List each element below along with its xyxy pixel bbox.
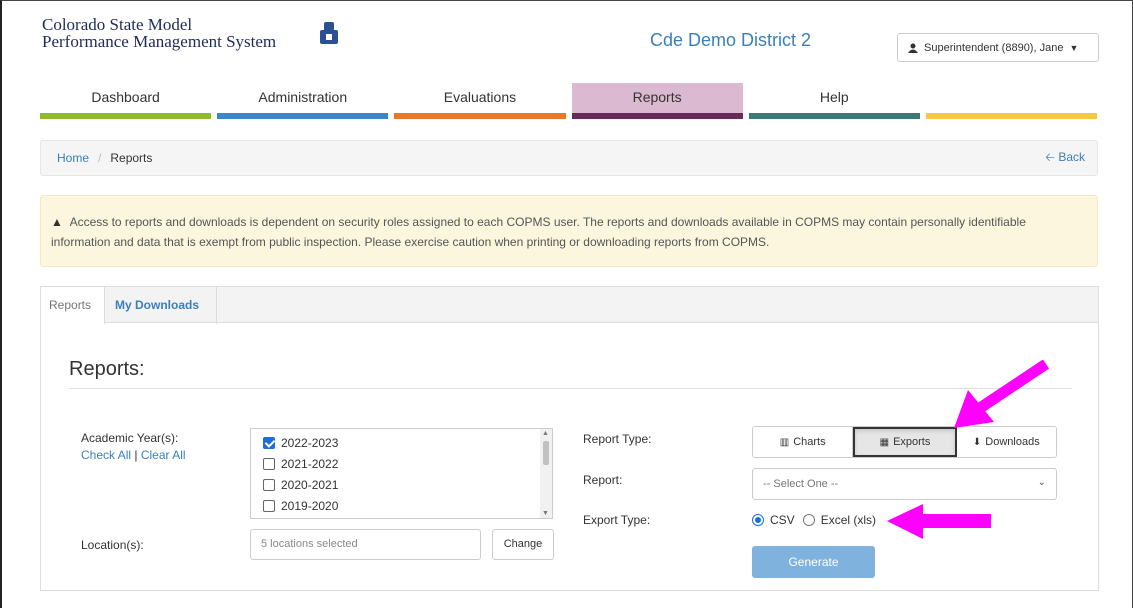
change-button[interactable]: Change — [492, 529, 554, 560]
clear-all-link[interactable]: Clear All — [141, 448, 186, 462]
report-type-label: Report Type: — [583, 432, 652, 446]
nav-reports[interactable]: Reports — [571, 83, 743, 119]
annotation-arrow-exports — [954, 360, 1050, 428]
year-option[interactable]: 2021-2022 — [251, 450, 552, 471]
charts-button[interactable]: ▥ Charts — [753, 427, 854, 457]
table-icon: ▦ — [879, 436, 890, 448]
scroll-down-icon[interactable]: ▼ — [542, 510, 549, 517]
annotation-arrow-export-type — [887, 504, 991, 539]
nav-color-bar — [748, 113, 920, 119]
generate-button[interactable]: Generate — [752, 546, 875, 578]
user-menu-button[interactable]: Superintendent (8890), Jane ▼ — [897, 33, 1099, 62]
arrow-left-icon: 🡠 — [1045, 149, 1055, 164]
nav-label: Help — [819, 89, 849, 105]
nav-label: Administration — [258, 89, 348, 105]
exports-button[interactable]: ▦ Exports — [853, 427, 957, 457]
nav-color-bar — [394, 113, 566, 119]
back-label: Back — [1058, 149, 1085, 164]
academic-year-list[interactable]: 2022-2023 2021-2022 2020-2021 2019-2020 … — [250, 428, 553, 519]
link-separator: | — [134, 448, 138, 462]
breadcrumb-current: Reports — [110, 151, 153, 165]
chevron-down-icon: ⌄ — [1037, 477, 1046, 488]
nav-spacer — [925, 83, 1098, 119]
tabs-bar: Reports My Downloads — [41, 287, 1098, 324]
report-label: Report: — [583, 473, 623, 487]
nav-help[interactable]: Help — [748, 83, 920, 119]
charts-label: Charts — [793, 436, 826, 448]
year-select-links: Check All | Clear All — [81, 448, 186, 462]
scroll-thumb[interactable] — [543, 441, 549, 465]
year-option[interactable]: 2020-2021 — [251, 471, 552, 492]
logo-line-2: Performance Management System — [42, 32, 277, 51]
scrollbar[interactable]: ▲ ▼ — [540, 429, 552, 518]
user-icon — [908, 43, 918, 53]
alert-text: Access to reports and downloads is depen… — [51, 215, 1026, 249]
download-icon: ⬇ — [972, 436, 982, 448]
excel-label[interactable]: Excel (xls) — [821, 513, 876, 527]
reports-panel: Reports My Downloads Reports: Academic Y… — [40, 286, 1099, 591]
back-link[interactable]: 🡠 Back — [1045, 148, 1085, 169]
nav-dashboard[interactable]: Dashboard — [40, 83, 212, 119]
title-divider — [69, 388, 1072, 389]
location-label: Location(s): — [81, 538, 144, 552]
year-label: 2021-2022 — [281, 456, 339, 471]
year-label: 2019-2020 — [281, 498, 339, 513]
tab-reports[interactable]: Reports — [41, 287, 105, 324]
exports-label: Exports — [893, 436, 931, 448]
year-label: 2022-2023 — [281, 435, 339, 450]
nav-color-bar — [217, 113, 389, 119]
main-nav: Dashboard Administration Evaluations Rep… — [40, 83, 1098, 119]
report-select[interactable]: -- Select One -- ⌄ — [752, 468, 1057, 500]
scroll-up-icon[interactable]: ▲ — [542, 430, 549, 437]
nav-label: Dashboard — [91, 89, 160, 105]
academic-year-label: Academic Year(s): — [81, 431, 179, 445]
nav-color-bar — [571, 113, 743, 119]
warning-icon: ▲ — [51, 215, 63, 229]
year-option[interactable]: 2019-2020 — [251, 492, 552, 513]
year-option[interactable]: 2022-2023 — [251, 429, 552, 450]
user-label: Superintendent (8890), Jane — [924, 41, 1064, 54]
nav-color-bar — [40, 113, 212, 119]
excel-radio[interactable] — [802, 514, 815, 526]
location-input[interactable]: 5 locations selected — [250, 529, 481, 560]
bar-chart-icon: ▥ — [779, 436, 790, 448]
tab-my-downloads[interactable]: My Downloads — [107, 287, 217, 324]
nav-evaluations[interactable]: Evaluations — [394, 83, 566, 119]
security-alert: ▲ Access to reports and downloads is dep… — [40, 195, 1098, 267]
report-select-value: -- Select One -- — [763, 478, 839, 490]
breadcrumb: Home / Reports 🡠 Back — [40, 140, 1098, 176]
export-type-options: CSV Excel (xls) — [752, 510, 876, 530]
logo-icon — [320, 22, 338, 44]
checkbox[interactable] — [263, 478, 275, 491]
breadcrumb-home-link[interactable]: Home — [57, 151, 89, 165]
nav-color-bar — [925, 113, 1098, 119]
nav-label: Reports — [632, 89, 682, 105]
page-title: Reports: — [69, 358, 145, 380]
export-type-label: Export Type: — [583, 513, 651, 527]
breadcrumb-separator: / — [98, 151, 102, 165]
nav-administration[interactable]: Administration — [217, 83, 389, 119]
check-all-link[interactable]: Check All — [81, 448, 131, 462]
caret-down-icon: ▼ — [1069, 42, 1079, 53]
nav-label: Evaluations — [443, 89, 517, 105]
logo-line-1: Colorado State Model — [42, 15, 193, 34]
checkbox[interactable] — [263, 499, 275, 512]
csv-radio[interactable] — [752, 514, 764, 526]
checkbox[interactable] — [263, 457, 275, 470]
checkbox[interactable] — [263, 436, 275, 449]
district-name: Cde Demo District 2 — [650, 30, 812, 50]
downloads-label: Downloads — [985, 436, 1040, 448]
year-label: 2020-2021 — [281, 477, 339, 492]
csv-label[interactable]: CSV — [770, 513, 795, 527]
app-logo-title[interactable]: Colorado State Model Performance Managem… — [42, 16, 276, 50]
